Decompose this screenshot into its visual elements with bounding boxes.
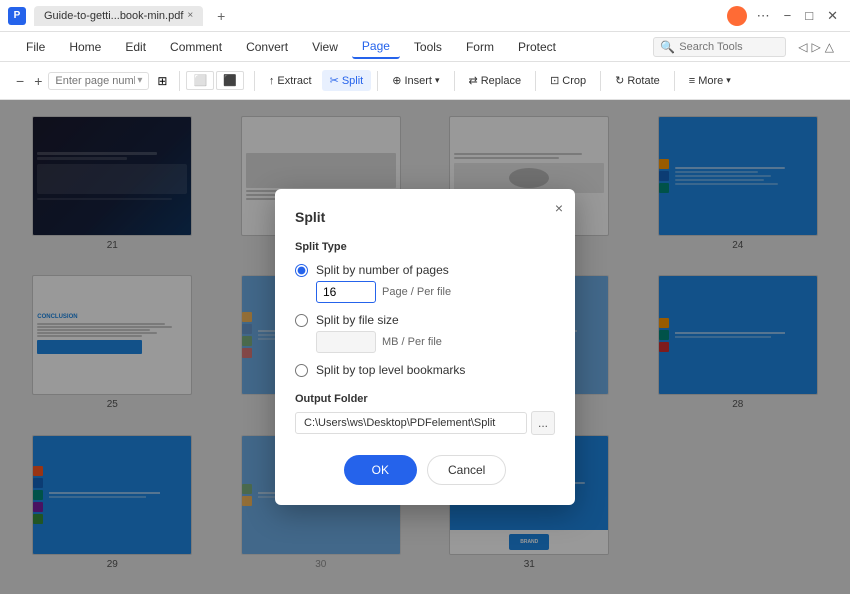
- dialog-close-btn[interactable]: ×: [555, 201, 563, 215]
- split-icon: ✂: [330, 74, 339, 87]
- split-by-pages-label: Split by number of pages: [316, 263, 449, 277]
- search-icon: 🔍: [660, 40, 675, 54]
- pages-per-file-input[interactable]: [316, 281, 376, 303]
- menu-form[interactable]: Form: [456, 36, 504, 58]
- split-dialog: × Split Split Type Split by number of pa…: [275, 189, 575, 505]
- search-tools[interactable]: 🔍: [653, 37, 786, 57]
- output-path-input[interactable]: [295, 412, 527, 434]
- tab-label: Guide-to-getti...book-min.pdf: [44, 10, 183, 22]
- insert-icon: ⊕: [392, 74, 401, 87]
- page-number-input-wrap: ▾: [48, 72, 149, 90]
- split-by-size-radio[interactable]: [295, 314, 308, 327]
- title-bar: P Guide-to-getti...book-min.pdf × + ⋯ − …: [0, 0, 850, 32]
- split-by-pages-option: Split by number of pages Page / Per file: [295, 263, 555, 303]
- nav-up-icon[interactable]: △: [825, 40, 834, 54]
- crop-btn[interactable]: ⊡ Crop: [542, 70, 594, 91]
- menu-edit[interactable]: Edit: [115, 36, 156, 58]
- fit-page-icon[interactable]: ⊞: [151, 72, 173, 90]
- new-tab-btn[interactable]: +: [211, 6, 231, 26]
- menu-protect[interactable]: Protect: [508, 36, 566, 58]
- mb-input: [316, 331, 376, 353]
- menu-bar: File Home Edit Comment Convert View Page…: [0, 32, 850, 62]
- more-icon: ≡: [689, 75, 695, 87]
- insert-dropdown-icon: ▾: [435, 75, 440, 86]
- divider2: [254, 71, 255, 91]
- zoom-out-btn[interactable]: −: [12, 71, 28, 91]
- split-by-size-option: Split by file size MB / Per file: [295, 313, 555, 353]
- extract-btn[interactable]: ↑ Extract: [261, 71, 320, 91]
- ok-btn[interactable]: OK: [344, 455, 417, 485]
- output-section: Output Folder ...: [295, 393, 555, 435]
- menu-convert[interactable]: Convert: [236, 36, 298, 58]
- insert-btn[interactable]: ⊕ Insert ▾: [384, 70, 447, 91]
- split-by-bookmarks-label: Split by top level bookmarks: [316, 363, 465, 377]
- rotate-icon: ↻: [615, 74, 624, 87]
- avatar: [727, 6, 747, 26]
- menu-tools[interactable]: Tools: [404, 36, 452, 58]
- replace-icon: ⇄: [469, 74, 478, 87]
- divider5: [535, 71, 536, 91]
- split-by-pages-radio[interactable]: [295, 264, 308, 277]
- menu-comment[interactable]: Comment: [160, 36, 232, 58]
- menu-file[interactable]: File: [16, 36, 55, 58]
- crop-icon: ⊡: [550, 74, 559, 87]
- tab-close-btn[interactable]: ×: [187, 10, 193, 21]
- mb-unit: MB / Per file: [382, 336, 442, 348]
- tab-item[interactable]: Guide-to-getti...book-min.pdf ×: [34, 6, 203, 26]
- crop-selection-icon[interactable]: ⬛: [216, 71, 244, 90]
- output-folder-label: Output Folder: [295, 393, 555, 405]
- zoom-in-btn[interactable]: +: [30, 71, 46, 91]
- divider1: [179, 71, 180, 91]
- split-by-bookmarks-radio[interactable]: [295, 364, 308, 377]
- divider7: [674, 71, 675, 91]
- nav-back-icon[interactable]: ◁: [798, 40, 807, 54]
- divider4: [454, 71, 455, 91]
- split-btn[interactable]: ✂ Split: [322, 70, 372, 91]
- toolbar: − + ▾ ⊞ ⬜ ⬛ ↑ Extract ✂ Split ⊕ Insert ▾…: [0, 62, 850, 100]
- divider3: [377, 71, 378, 91]
- menu-page[interactable]: Page: [352, 35, 400, 59]
- more-btn[interactable]: ≡ More ▾: [681, 71, 739, 91]
- menu-view[interactable]: View: [302, 36, 348, 58]
- more-dropdown-icon: ▾: [726, 75, 731, 86]
- maximize-btn[interactable]: □: [801, 6, 817, 25]
- search-input[interactable]: [679, 41, 779, 53]
- nav-forward-icon[interactable]: ▷: [812, 40, 821, 54]
- select-icon[interactable]: ⬜: [186, 71, 214, 90]
- minimize-btn[interactable]: −: [780, 6, 796, 25]
- browse-btn[interactable]: ...: [531, 411, 555, 435]
- menu-home[interactable]: Home: [59, 36, 111, 58]
- content-area: 21 22: [0, 100, 850, 594]
- modal-overlay: × Split Split Type Split by number of pa…: [0, 100, 850, 594]
- split-options: Split by number of pages Page / Per file…: [295, 263, 555, 377]
- replace-btn[interactable]: ⇄ Replace: [461, 70, 530, 91]
- pages-per-file-unit: Page / Per file: [382, 286, 451, 298]
- split-type-label: Split Type: [295, 241, 555, 253]
- page-number-input[interactable]: [55, 75, 135, 87]
- split-by-size-label: Split by file size: [316, 313, 399, 327]
- divider6: [600, 71, 601, 91]
- extract-icon: ↑: [269, 75, 275, 87]
- dialog-title: Split: [295, 209, 555, 225]
- dialog-actions: OK Cancel: [295, 455, 555, 485]
- page-dropdown-icon: ▾: [137, 75, 142, 86]
- cancel-btn[interactable]: Cancel: [427, 455, 506, 485]
- close-btn[interactable]: ✕: [823, 6, 842, 26]
- more-options-icon[interactable]: ⋯: [753, 6, 774, 26]
- app-icon: P: [8, 7, 26, 25]
- rotate-btn[interactable]: ↻ Rotate: [607, 70, 668, 91]
